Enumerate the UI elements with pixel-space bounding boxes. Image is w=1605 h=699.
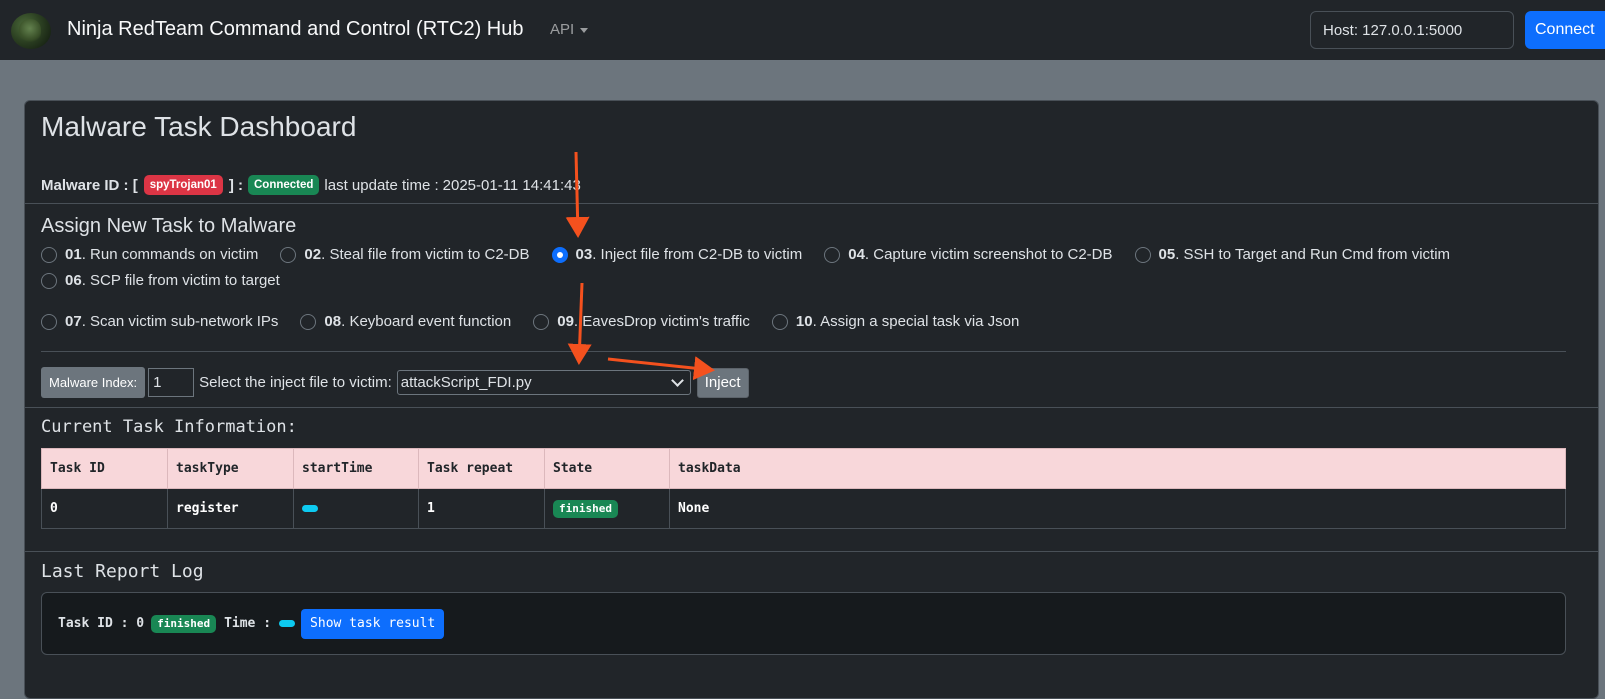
connect-button[interactable]: Connect <box>1525 11 1605 49</box>
log-time-badge <box>279 620 296 627</box>
divider <box>41 351 1566 352</box>
api-menu-label: API <box>550 21 575 38</box>
task-number: 08 <box>324 313 342 330</box>
task-label: . Inject file from C2-DB to victim <box>592 246 803 263</box>
task-option-10[interactable]: 10. Assign a special task via Json <box>771 313 1020 330</box>
log-task-id: Task ID : 0 <box>58 616 145 631</box>
divider <box>25 551 1598 552</box>
divider <box>25 203 1598 204</box>
malware-id-badge: spyTrojan01 <box>143 175 223 195</box>
radio-10[interactable] <box>771 313 788 330</box>
task-label: . Assign a special task via Json <box>812 313 1020 330</box>
task-option-01[interactable]: 01. Run commands on victim <box>41 246 258 263</box>
show-task-result-button[interactable]: Show task result <box>301 608 445 639</box>
task-option-03[interactable]: 03. Inject file from C2-DB to victim <box>551 246 803 263</box>
task-number: 10 <box>795 313 813 330</box>
page-title: Malware Task Dashboard <box>41 111 357 142</box>
host-input[interactable] <box>1310 11 1514 49</box>
task-label: . SCP file from victim to target <box>81 272 280 289</box>
malware-id-close: ] : <box>228 176 243 194</box>
app-brand-title[interactable]: Ninja RedTeam Command and Control (RTC2)… <box>67 18 523 41</box>
current-task-table: Task ID taskType startTime Task repeat S… <box>41 448 1566 529</box>
task-label: . Keyboard event function <box>341 313 512 330</box>
last-update-time: 2025-01-11 14:41:43 <box>442 176 581 194</box>
assign-task-heading: Assign New Task to Malware <box>41 215 297 237</box>
selected-file: attackScript_FDI.py <box>400 374 532 391</box>
column-header: taskType <box>167 448 294 489</box>
column-header: taskData <box>669 448 1566 489</box>
task-number: 09 <box>557 313 574 330</box>
log-time-label: Time : <box>224 616 272 631</box>
radio-07[interactable] <box>41 313 57 330</box>
column-header: Task ID <box>41 448 168 489</box>
radio-04[interactable] <box>824 246 841 263</box>
task-option-04[interactable]: 04. Capture victim screenshot to C2-DB <box>824 246 1113 263</box>
state-badge: finished <box>553 499 618 518</box>
malware-index-label-button[interactable]: Malware Index: <box>41 367 146 398</box>
task-number: 06 <box>65 272 82 289</box>
task-label: . Scan victim sub-network IPs <box>81 313 279 330</box>
task-number: 02 <box>304 246 322 263</box>
task-data-cell: None <box>669 488 1566 529</box>
malware-index-input[interactable] <box>148 368 195 397</box>
connection-status-badge: Connected <box>247 175 320 195</box>
malware-status-line: Malware ID : [ spyTrojan01 ] : Connected… <box>41 175 581 195</box>
start-time-cell <box>293 488 419 529</box>
inject-button[interactable]: Inject <box>696 367 749 398</box>
task-label: . SSH to Target and Run Cmd from victim <box>1175 246 1451 263</box>
radio-06[interactable] <box>41 272 57 289</box>
task-option-07[interactable]: 07. Scan victim sub-network IPs <box>41 313 278 330</box>
radio-03-selected[interactable] <box>551 246 568 263</box>
radio-08[interactable] <box>300 313 317 330</box>
task-radio-row-3: 07. Scan victim sub-network IPs 08. Keyb… <box>41 313 1041 330</box>
task-repeat-cell: 1 <box>418 488 545 529</box>
task-type-cell: register <box>167 488 294 529</box>
task-number: 04 <box>848 246 865 263</box>
radio-01[interactable] <box>41 246 57 263</box>
malware-task-dashboard-card: Malware Task Dashboard Malware ID : [ sp… <box>24 100 1599 699</box>
log-state-badge: finished <box>151 614 217 633</box>
last-update-label: last update time : <box>324 176 439 194</box>
inject-file-label: Select the inject file to victim: <box>199 374 392 391</box>
task-number: 05 <box>1158 246 1176 263</box>
top-navbar: Ninja RedTeam Command and Control (RTC2)… <box>0 0 1605 60</box>
task-number: 01 <box>65 246 82 263</box>
task-label: . Capture victim screenshot to C2-DB <box>864 246 1113 263</box>
task-label: . EavesDrop victim's traffic <box>573 313 750 330</box>
task-option-08[interactable]: 08. Keyboard event function <box>300 313 511 330</box>
last-report-log-box: Task ID : 0 finished Time : Show task re… <box>41 592 1566 655</box>
inject-file-form: Malware Index: Select the inject file to… <box>41 367 749 398</box>
task-radio-row-1: 01. Run commands on victim 02. Steal fil… <box>41 246 1472 263</box>
task-label: . Steal file from victim to C2-DB <box>321 246 530 263</box>
start-time-badge <box>302 505 318 512</box>
task-id-cell: 0 <box>41 488 168 529</box>
inject-file-select[interactable]: attackScript_FDI.py <box>396 370 691 395</box>
task-number: 07 <box>65 313 82 330</box>
current-task-heading: Current Task Information: <box>41 417 297 437</box>
chevron-down-icon <box>670 374 684 387</box>
table-header-row: Task ID taskType startTime Task repeat S… <box>41 448 1566 489</box>
task-radio-row-2: 06. SCP file from victim to target <box>41 272 302 289</box>
radio-09[interactable] <box>533 313 550 330</box>
task-option-09[interactable]: 09. EavesDrop victim's traffic <box>533 313 750 330</box>
column-header: State <box>544 448 670 489</box>
caret-down-icon <box>580 28 589 33</box>
ninja-logo-icon[interactable] <box>11 13 51 49</box>
task-label: . Run commands on victim <box>81 246 259 263</box>
divider <box>25 407 1598 408</box>
radio-05[interactable] <box>1134 246 1151 263</box>
column-header: startTime <box>293 448 419 489</box>
task-option-05[interactable]: 05. SSH to Target and Run Cmd from victi… <box>1134 246 1451 263</box>
task-number: 03 <box>575 246 593 263</box>
task-option-02[interactable]: 02. Steal file from victim to C2-DB <box>280 246 530 263</box>
table-row: 0 register 1 finished None <box>41 488 1566 529</box>
malware-id-label: Malware ID : [ <box>41 176 138 194</box>
api-dropdown-menu[interactable]: API <box>550 21 589 38</box>
task-option-06[interactable]: 06. SCP file from victim to target <box>41 272 280 289</box>
last-report-heading: Last Report Log <box>41 561 204 582</box>
state-cell: finished <box>544 488 670 529</box>
column-header: Task repeat <box>418 448 545 489</box>
radio-02[interactable] <box>280 246 297 263</box>
